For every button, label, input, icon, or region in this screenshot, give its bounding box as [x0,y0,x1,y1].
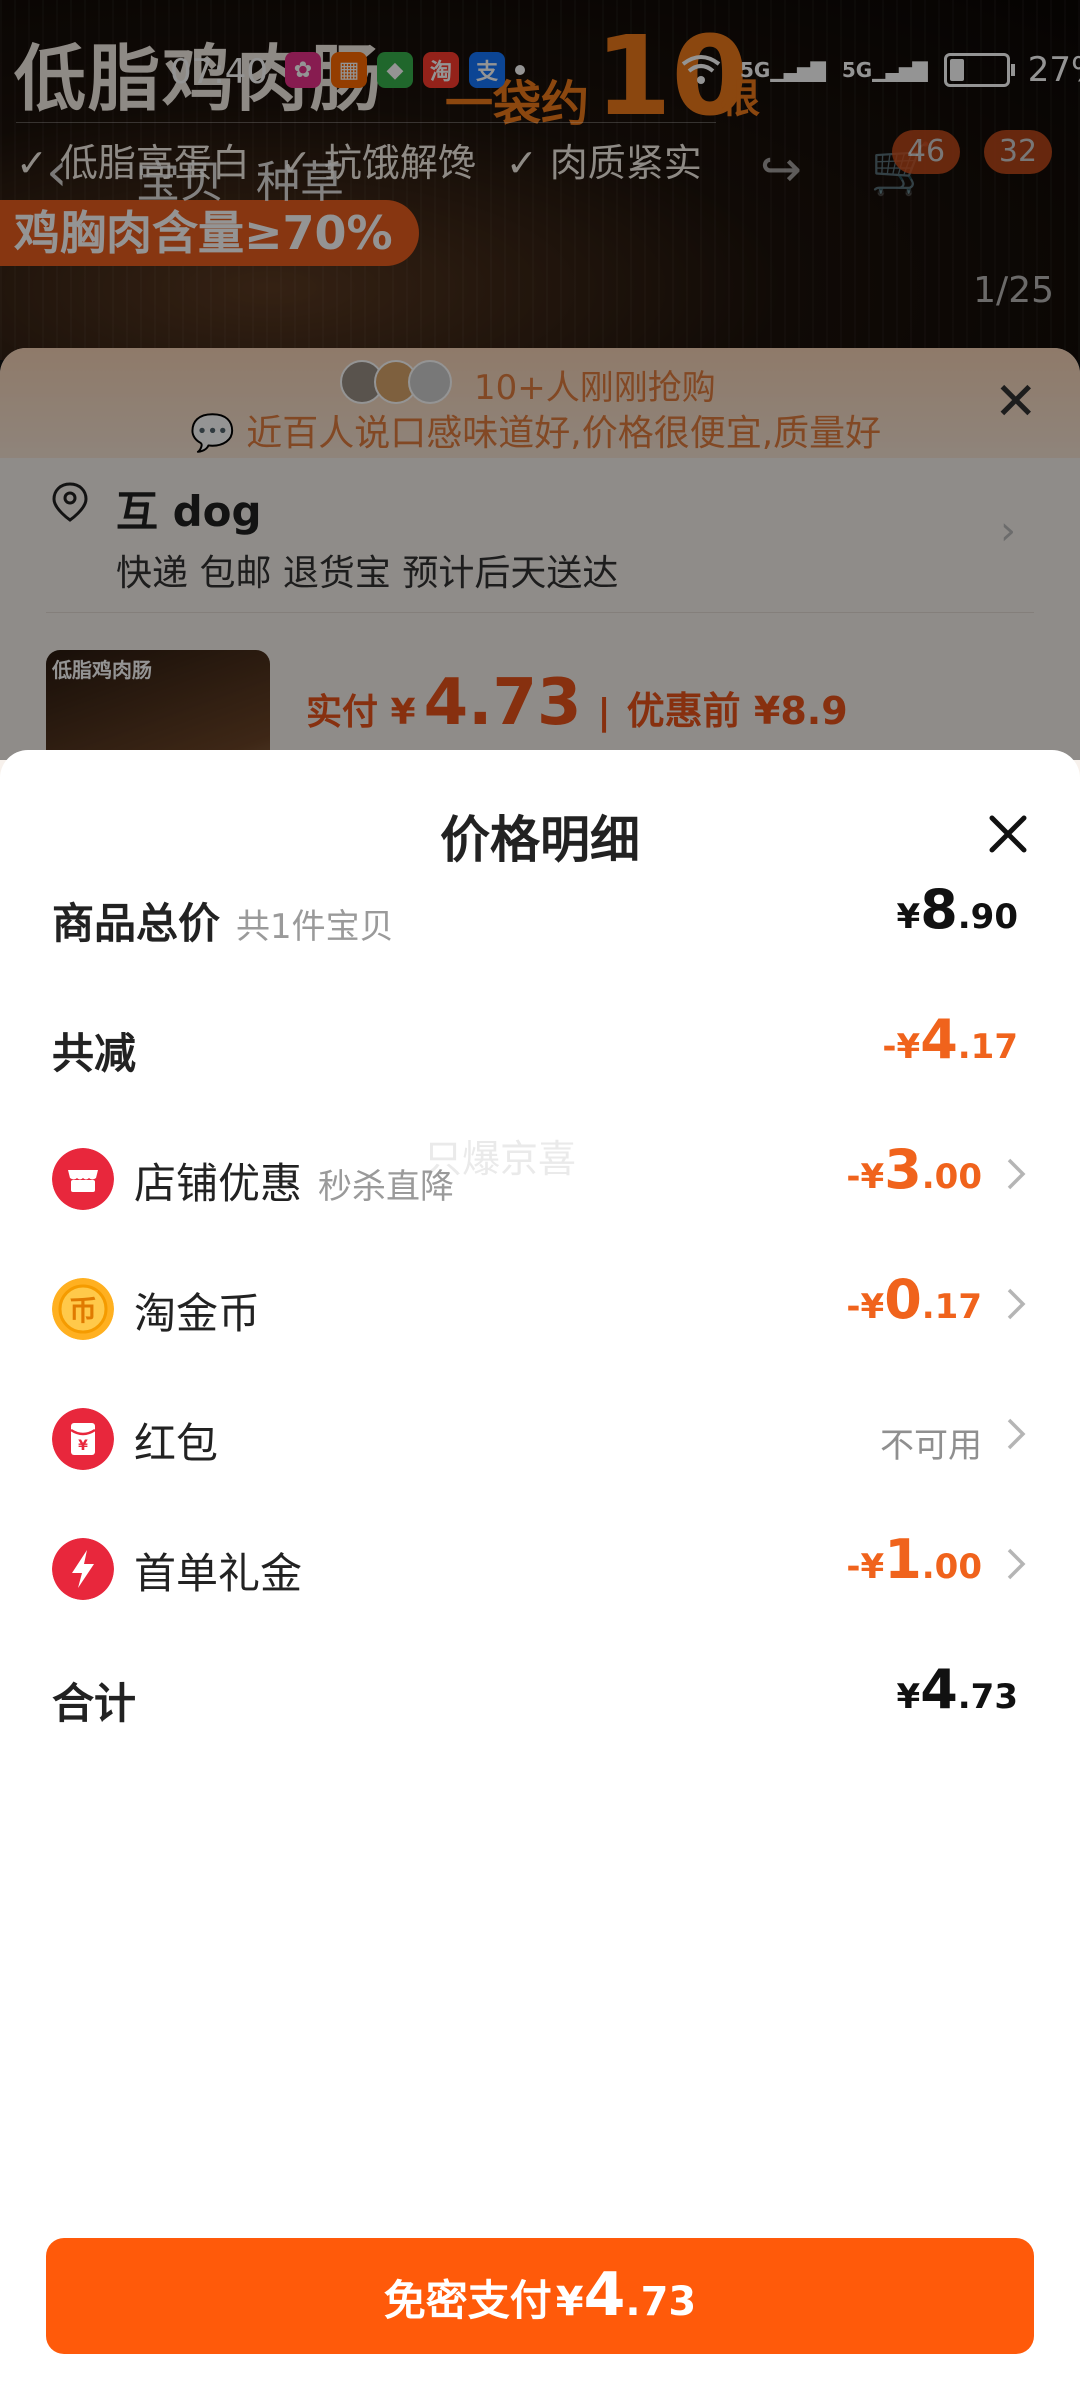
close-icon[interactable] [986,812,1030,856]
row-label: 店铺优惠 秒杀直降 [134,1159,455,1208]
chevron-right-icon [1007,1158,1026,1190]
row-label: 淘金币 [134,1289,261,1338]
pay-currency: ¥ [555,2279,584,2325]
row-value: -¥ 4.17 [882,1008,1018,1071]
modal-overlay[interactable] [0,0,1080,760]
row-label: 红包 [134,1419,219,1468]
chevron-right-icon [1007,1418,1026,1450]
lightning-icon [52,1538,114,1600]
red-packet-icon: ¥ [52,1408,114,1470]
row-label: 首单礼金 [134,1549,303,1598]
row-label: 合计 [52,1679,137,1728]
row-label: 商品总价 共1件宝贝 [52,899,394,948]
chevron-right-icon [1007,1288,1026,1320]
row-label: 共减 [52,1029,137,1078]
row-value: ¥4.73 [896,1658,1018,1721]
pay-label: 免密支付 [383,2276,552,2325]
sheet-title: 价格明细 [440,811,640,869]
pay-amount-dec: .73 [625,2279,697,2325]
row-sub: 共1件宝贝 [236,907,394,947]
row-total-price: 商品总价 共1件宝贝 ¥8.90 [0,868,1080,968]
shop-icon [52,1148,114,1210]
row-sub: 秒杀直降 [318,1167,455,1207]
row-status: 不可用 [880,1426,982,1466]
row-sum: 合计 ¥4.73 [0,1648,1080,1748]
price-detail-sheet: 价格明细 只爆京喜 商品总价 共1件宝贝 ¥8.90 共减 -¥ 4.17 店铺优惠… [0,750,1080,2400]
row-shop-discount[interactable]: 店铺优惠 秒杀直降 -¥ 3.00 [0,1128,1080,1228]
pay-amount-int: 4 [583,2260,626,2330]
password-free-pay-button[interactable]: 免密支付 ¥ 4 .73 [46,2238,1034,2354]
svg-text:币: 币 [69,1294,97,1327]
row-taojinbi[interactable]: 币 淘金币 -¥ 0.17 [0,1258,1080,1358]
row-value: ¥8.90 [896,878,1018,941]
row-first-order-gift[interactable]: 首单礼金 -¥ 1.00 [0,1518,1080,1618]
row-value: -¥ 1.00 [846,1528,982,1591]
chevron-right-icon [1007,1548,1026,1580]
svg-text:¥: ¥ [78,1438,88,1454]
row-value: -¥ 0.17 [846,1268,982,1331]
coin-icon: 币 [52,1278,114,1340]
row-value: -¥ 3.00 [846,1138,982,1201]
row-red-packet[interactable]: ¥ 红包 不可用 [0,1388,1080,1488]
row-total-reduce: 共减 -¥ 4.17 [0,998,1080,1098]
